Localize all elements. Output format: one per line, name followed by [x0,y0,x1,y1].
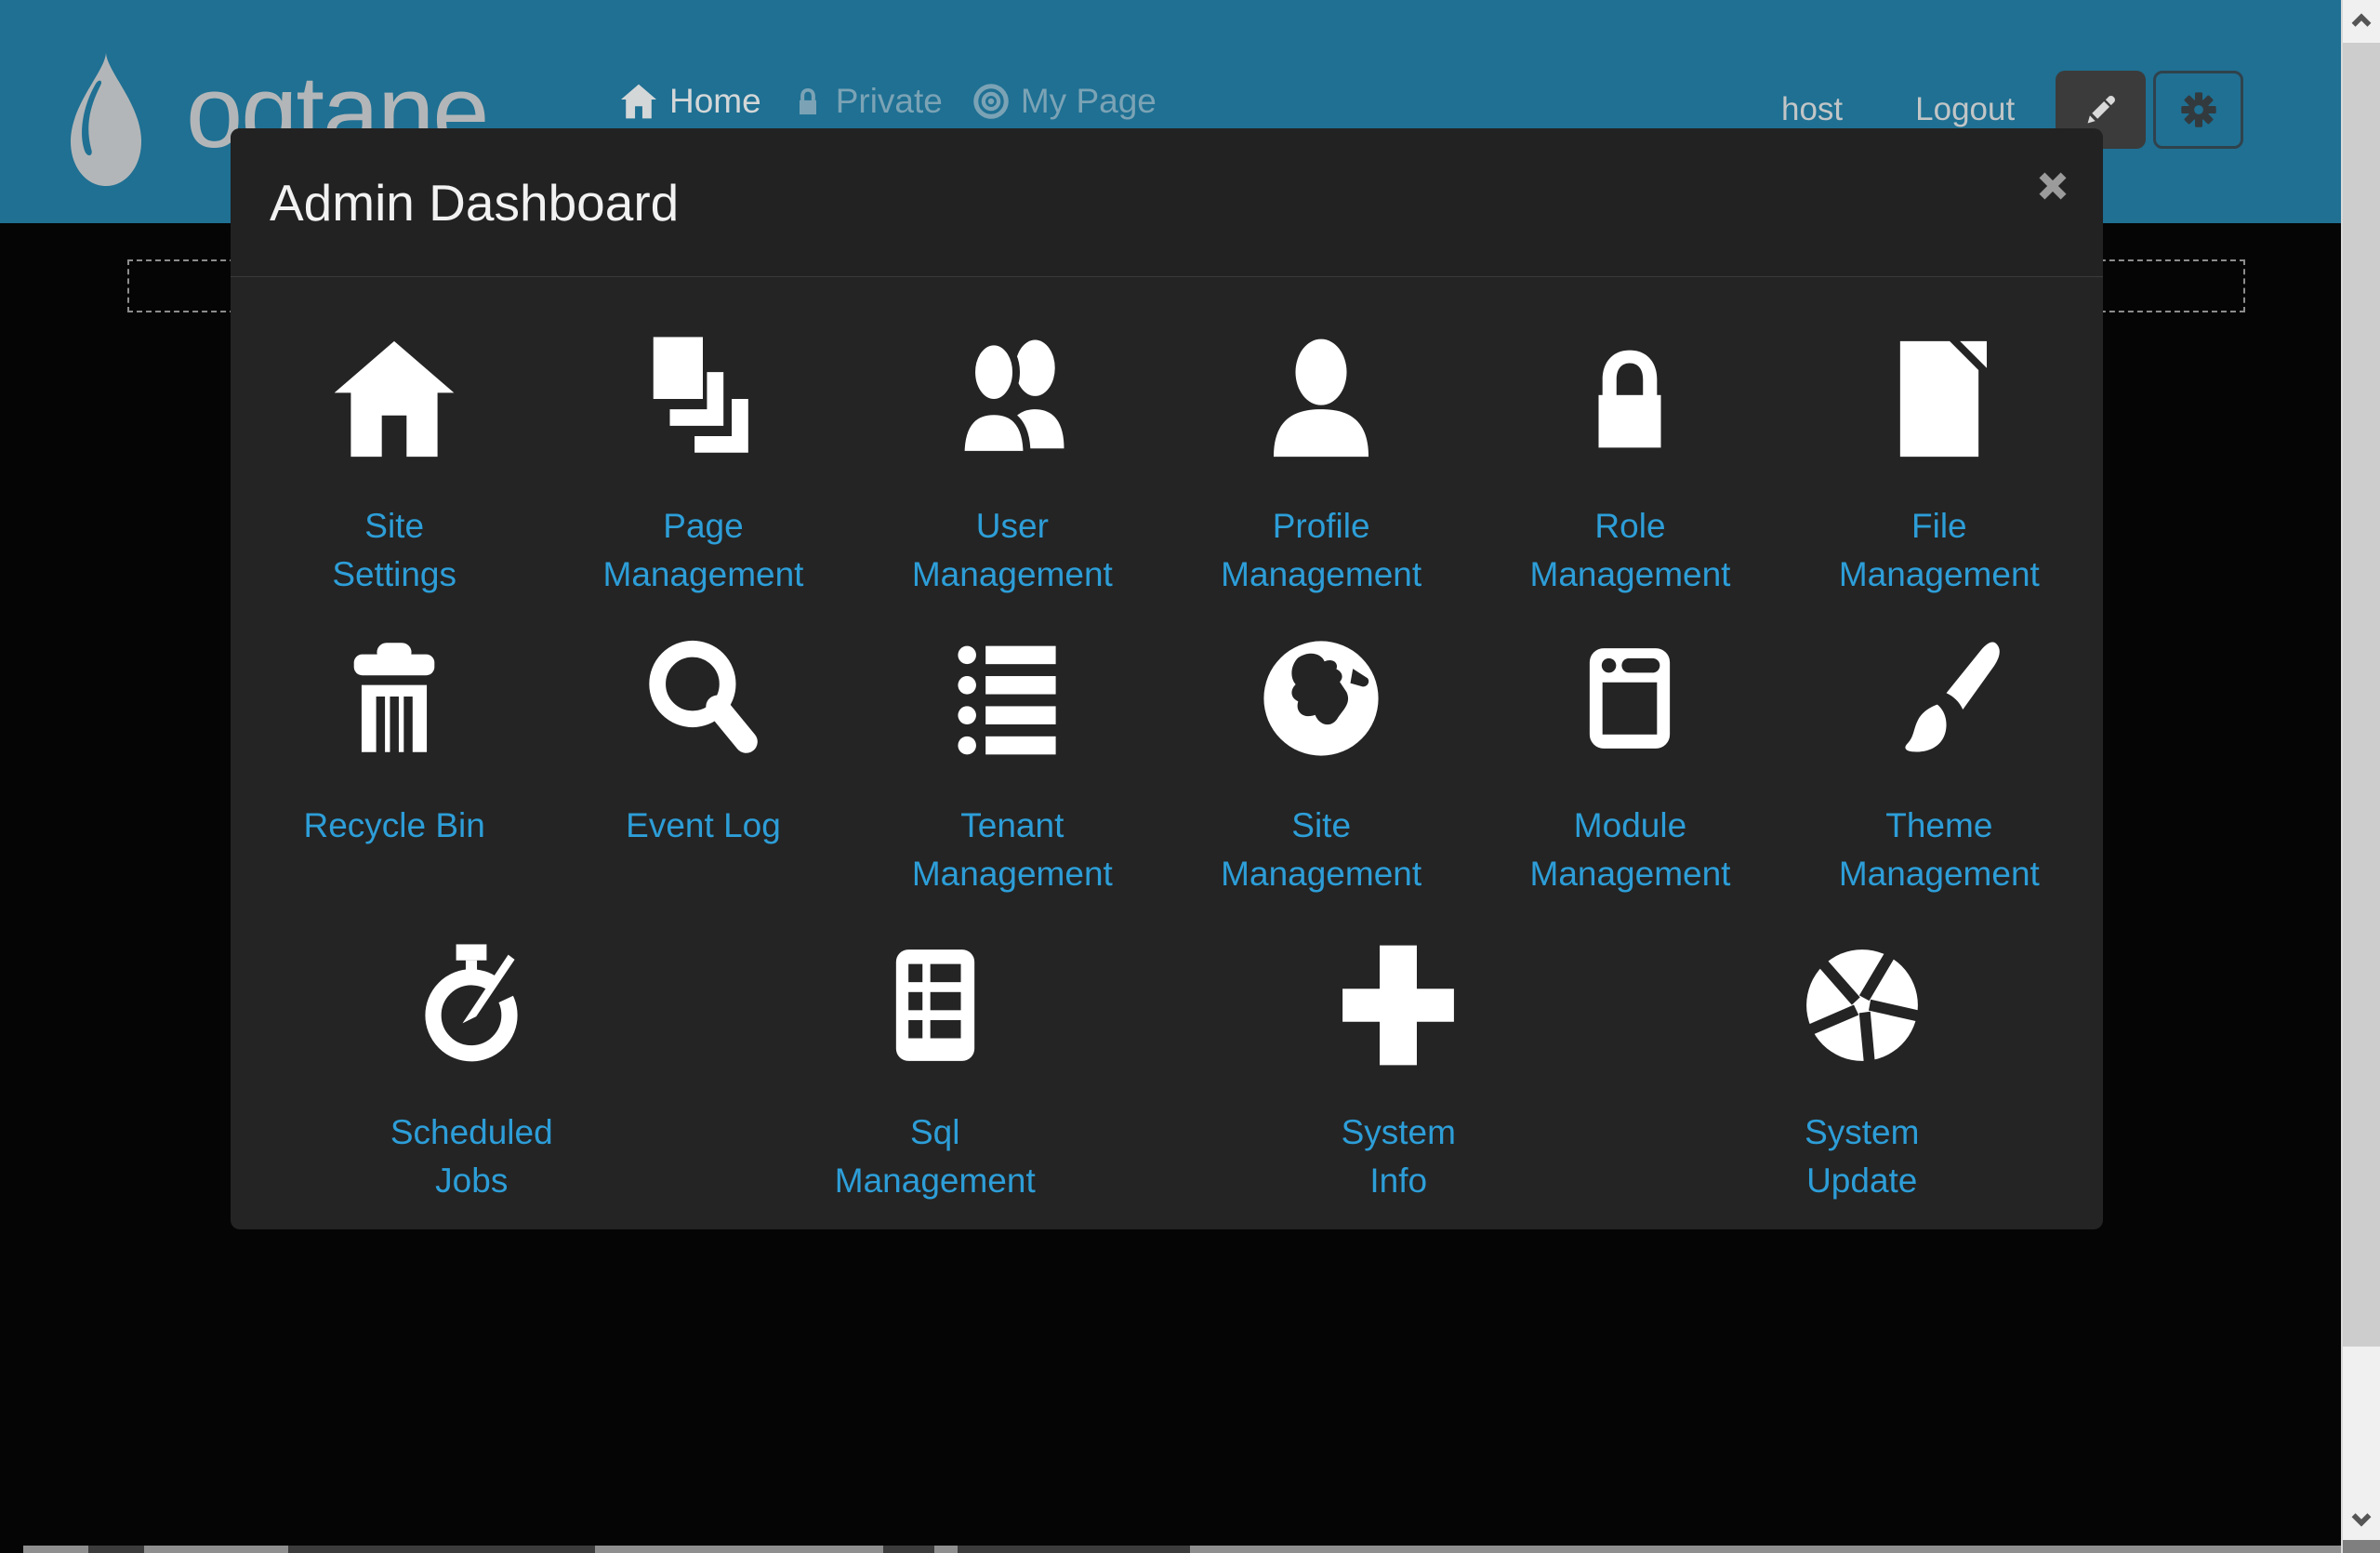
brand-drop-icon [71,52,141,186]
tile-label: System Info [1342,1108,1456,1205]
nav-item-label: Home [669,82,761,121]
lock-icon [1567,337,1692,461]
nav-item-my-page[interactable]: My Page [972,82,1157,121]
scrollbar-corner [2343,1540,2380,1553]
nav-item-label: Private [836,82,943,121]
pages-icon [637,333,769,465]
home-icon [619,82,658,121]
tile-label: Theme Management [1839,802,2040,898]
file-icon [1873,333,2005,465]
close-button[interactable] [2029,162,2077,210]
tile-label: Scheduled Jobs [390,1108,553,1205]
modal-header: Admin Dashboard [231,128,2103,277]
scroll-up-button[interactable] [2343,0,2380,43]
clipped-bottom-content [23,1546,2341,1553]
tile-label: Site Management [1221,802,1421,898]
tile-profile-management[interactable]: Profile Management [1167,329,1475,599]
tile-sql-management[interactable]: Sql Management [704,936,1168,1205]
tile-event-log[interactable]: Event Log [549,629,857,898]
chevron-down-icon [2347,1505,2375,1533]
modal-body: Site Settings Page Management [231,277,2103,1205]
scroll-down-button[interactable] [2343,1497,2380,1540]
tile-role-management[interactable]: Role Management [1475,329,1784,599]
gear-icon [2177,88,2220,131]
tile-row-2: Recycle Bin Event Log [231,629,2103,898]
timer-icon [407,941,536,1069]
tile-system-info[interactable]: System Info [1167,936,1631,1205]
tile-label: Tenant Management [912,802,1113,898]
modal-title: Admin Dashboard [270,173,679,232]
home-icon [328,333,460,465]
tile-label: Page Management [603,502,804,599]
window-icon [1566,634,1694,763]
tile-label: Event Log [626,802,781,850]
admin-dashboard-modal: Admin Dashboard Site Settings [231,128,2103,1229]
nav-item-private[interactable]: Private [791,82,943,121]
nav-item-label: My Page [1021,82,1157,121]
tile-system-update[interactable]: System Update [1631,936,2095,1205]
vertical-scrollbar[interactable] [2341,0,2380,1553]
tile-site-management[interactable]: Site Management [1167,629,1475,898]
target-icon [972,83,1010,120]
tile-file-management[interactable]: File Management [1785,329,2094,599]
tile-label: Profile Management [1221,502,1421,599]
pencil-icon [2082,90,2121,129]
tile-label: Site Settings [332,502,456,599]
table-icon [869,939,1001,1071]
tile-label: Module Management [1530,802,1731,898]
tile-page-management[interactable]: Page Management [549,329,857,599]
logout-link[interactable]: Logout [1915,91,2015,128]
nav-item-home[interactable]: Home [619,82,761,121]
scrollbar-thumb[interactable] [2343,43,2380,1347]
main-nav: Home Private My Page [619,71,1157,132]
tile-tenant-management[interactable]: Tenant Management [858,629,1167,898]
lock-icon [791,85,825,118]
cross-icon [1332,939,1464,1071]
aperture-icon [1796,939,1928,1071]
tile-site-settings[interactable]: Site Settings [240,329,549,599]
tile-label: File Management [1839,502,2040,599]
tile-label: User Management [912,502,1113,599]
people-icon [946,333,1078,465]
tile-user-management[interactable]: User Management [858,329,1167,599]
tile-label: Role Management [1530,502,1731,599]
settings-button[interactable] [2153,71,2243,149]
magnifier-icon [637,632,769,764]
username-link[interactable]: host [1781,91,1843,128]
tile-module-management[interactable]: Module Management [1475,629,1784,898]
tile-label: Recycle Bin [303,802,484,850]
tile-row-3: Scheduled Jobs Sql Management Syste [231,936,2103,1205]
tile-label: Sql Management [835,1108,1036,1205]
chevron-up-icon [2347,7,2375,35]
globe-icon [1253,630,1389,766]
person-icon [1255,333,1387,465]
tile-scheduled-jobs[interactable]: Scheduled Jobs [240,936,704,1205]
tile-recycle-bin[interactable]: Recycle Bin [240,629,549,898]
tile-theme-management[interactable]: Theme Management [1785,629,2094,898]
tile-label: System Update [1805,1108,1919,1205]
list-icon [946,632,1078,764]
close-icon [2033,166,2072,206]
brush-icon [1873,632,2005,764]
tile-row-1: Site Settings Page Management [231,329,2103,599]
trash-icon [333,637,456,760]
